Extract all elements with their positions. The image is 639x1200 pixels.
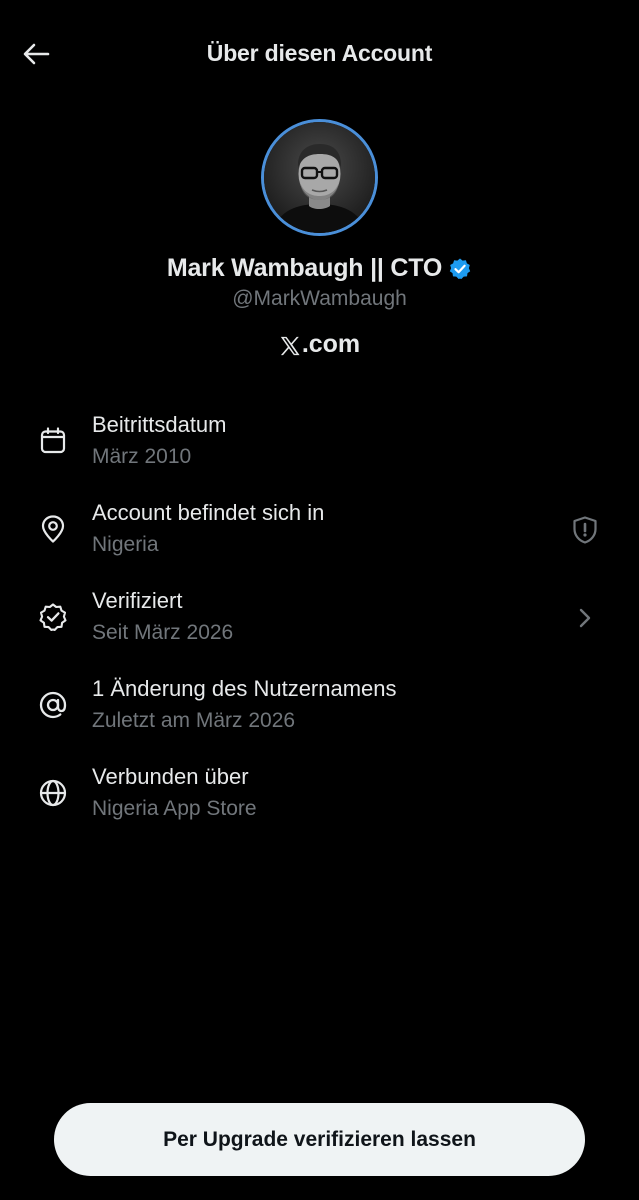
info-row-verified[interactable]: Verifiziert Seit März 2026 — [0, 576, 639, 664]
info-label: Verbunden über — [92, 764, 249, 789]
info-row-location: Account befindet sich in Nigeria — [0, 488, 639, 576]
account-info-list: Beitrittsdatum März 2010 Account befinde… — [0, 400, 639, 840]
info-row-connected-via: Verbunden über Nigeria App Store — [0, 752, 639, 840]
platform-site: .com — [0, 330, 639, 359]
chevron-right-icon[interactable] — [569, 602, 601, 634]
upgrade-verify-button[interactable]: Per Upgrade verifizieren lassen — [54, 1103, 585, 1176]
user-handle: @MarkWambaugh — [232, 287, 407, 310]
profile-name-row: Mark Wambaugh || CTO — [0, 254, 639, 283]
globe-icon — [36, 776, 70, 810]
info-value: Nigeria App Store — [92, 797, 257, 820]
info-value: Seit März 2026 — [92, 621, 234, 644]
avatar-image — [264, 122, 375, 233]
info-label: Account befindet sich in — [92, 500, 325, 525]
location-pin-icon — [36, 512, 70, 546]
info-row-join-date: Beitrittsdatum März 2010 — [0, 400, 639, 488]
top-bar: Über diesen Account — [0, 0, 639, 110]
info-label: Beitrittsdatum — [92, 412, 227, 437]
verified-check-icon — [36, 600, 70, 634]
info-value: Zuletzt am März 2026 — [92, 709, 296, 732]
info-row-username-changes: 1 Änderung des Nutzernamens Zuletzt am M… — [0, 664, 639, 752]
info-label: Verifiziert — [92, 588, 183, 613]
shield-exclamation-icon[interactable] — [569, 514, 601, 546]
info-value: Nigeria — [92, 533, 159, 556]
calendar-icon — [36, 424, 70, 458]
page-title: Über diesen Account — [206, 40, 433, 66]
x-logo-icon — [279, 335, 301, 357]
at-sign-icon — [36, 688, 70, 722]
verified-badge-icon — [448, 257, 472, 281]
info-label: 1 Änderung des Nutzernamens — [92, 676, 397, 701]
display-name: Mark Wambaugh || CTO — [166, 254, 443, 282]
site-suffix: .com — [301, 330, 361, 358]
info-value: März 2010 — [92, 445, 192, 468]
avatar[interactable] — [261, 119, 378, 236]
